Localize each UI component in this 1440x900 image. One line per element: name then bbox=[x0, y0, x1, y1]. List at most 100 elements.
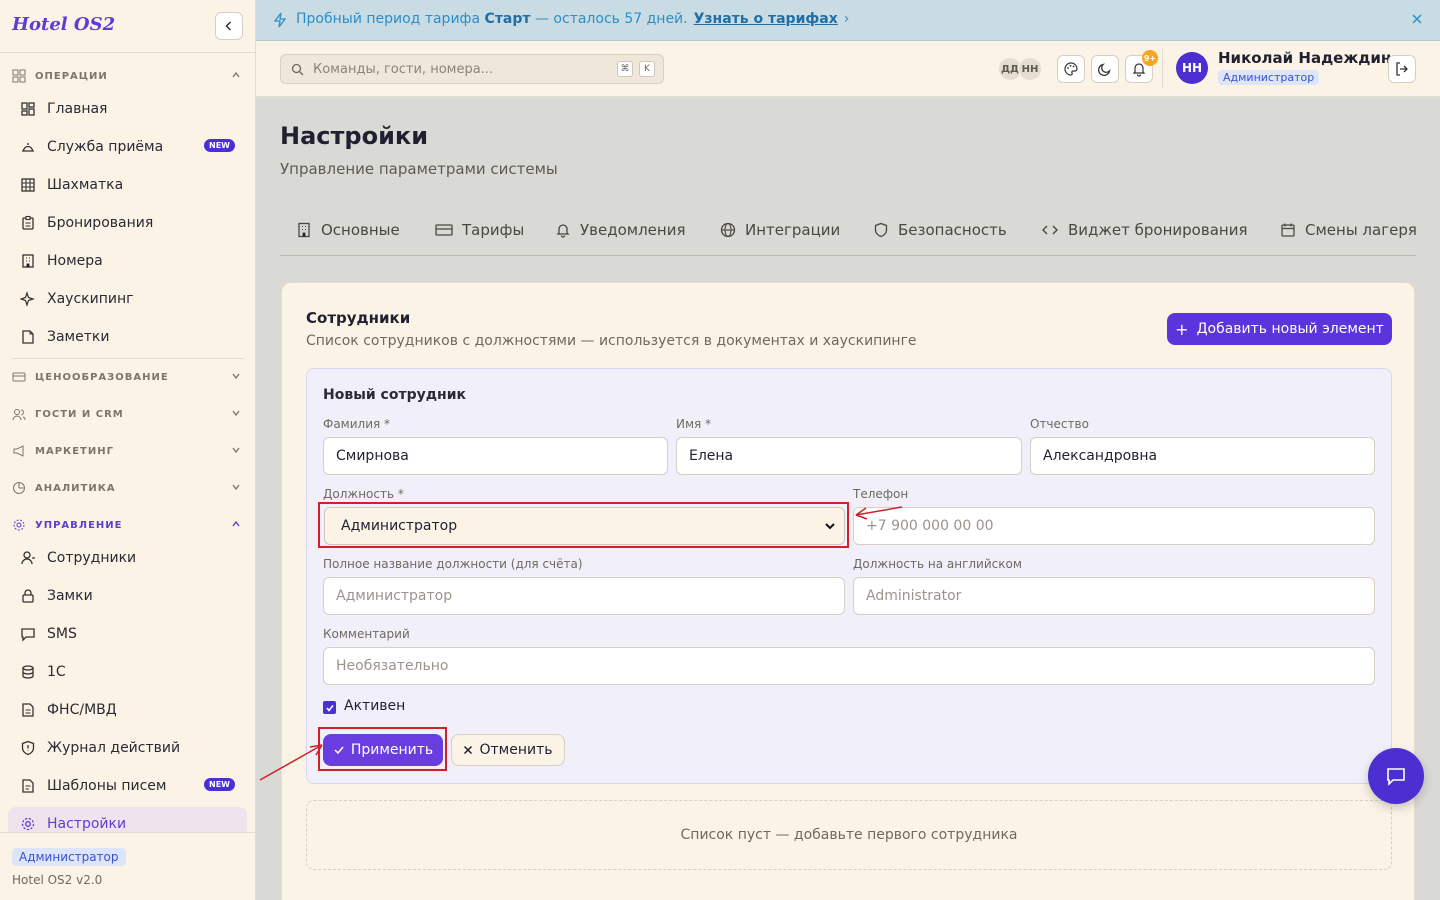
brand-logo[interactable]: Hotel OS2 bbox=[12, 14, 115, 35]
notifications-button[interactable]: 9+ bbox=[1125, 50, 1158, 83]
user-icon bbox=[20, 550, 36, 566]
sidebar-item-bookings[interactable]: Бронирования bbox=[8, 206, 247, 240]
comment-field[interactable]: Необязательно bbox=[323, 647, 1375, 685]
check-icon bbox=[325, 704, 334, 712]
last-name-field[interactable]: Смирнова bbox=[323, 437, 668, 475]
staff-card: Сотрудники Список сотрудников с должност… bbox=[281, 282, 1415, 900]
sidebar-item-audit-log[interactable]: Журнал действий bbox=[8, 731, 247, 765]
highlight-apply-button bbox=[318, 727, 447, 771]
avatar[interactable]: НН bbox=[1018, 57, 1042, 81]
sidebar-item-grid[interactable]: Шахматка bbox=[8, 168, 247, 202]
group-guests-crm[interactable]: ГОСТИ И CRM bbox=[12, 404, 244, 424]
globe-icon bbox=[720, 222, 736, 238]
full-position-label: Полное название должности (для счёта) bbox=[323, 557, 583, 571]
tab-camp-shifts[interactable]: Смены лагеря bbox=[1280, 219, 1416, 241]
collapse-sidebar-button[interactable] bbox=[215, 12, 243, 40]
group-pricing[interactable]: ЦЕНООБРАЗОВАНИЕ bbox=[12, 367, 244, 387]
sidebar-item-label: Замки bbox=[47, 588, 93, 604]
sidebar: Hotel OS2 ОПЕРАЦИИ Главная Служба приёма… bbox=[0, 0, 256, 900]
sidebar-item-fns[interactable]: ФНС/МВД bbox=[8, 693, 247, 727]
sidebar-item-label: ФНС/МВД bbox=[47, 702, 117, 718]
tab-rates[interactable]: Тарифы bbox=[435, 219, 524, 241]
sidebar-item-home[interactable]: Главная bbox=[8, 92, 247, 126]
cancel-label: Отменить bbox=[479, 742, 553, 758]
tab-integrations[interactable]: Интеграции bbox=[720, 219, 840, 241]
chevron-down-icon bbox=[232, 484, 240, 491]
tab-label: Тарифы bbox=[462, 221, 525, 239]
active-checkbox[interactable] bbox=[323, 701, 336, 714]
command-search-input[interactable]: Команды, гости, номера... ⌘ K bbox=[280, 54, 664, 84]
users-icon bbox=[12, 407, 26, 421]
app-version: Hotel OS2 v2.0 bbox=[12, 873, 103, 887]
online-users: ДД НН bbox=[998, 57, 1042, 81]
role-badge: Администратор bbox=[12, 848, 126, 866]
search-icon bbox=[291, 63, 304, 76]
chevron-down-icon bbox=[232, 373, 240, 380]
kbd-cmd: ⌘ bbox=[617, 61, 633, 77]
position-label: Должность * bbox=[323, 487, 404, 501]
sidebar-item-label: Шахматка bbox=[47, 177, 124, 193]
tab-notifications[interactable]: Уведомления bbox=[555, 219, 685, 241]
tab-security[interactable]: Безопасность bbox=[873, 219, 1007, 241]
tab-label: Интеграции bbox=[745, 221, 841, 239]
dashboard-icon bbox=[20, 101, 36, 117]
logout-button[interactable] bbox=[1388, 55, 1416, 83]
sidebar-item-label: Номера bbox=[47, 253, 103, 269]
group-operations[interactable]: ОПЕРАЦИИ bbox=[12, 66, 244, 86]
group-operations-label: ОПЕРАЦИИ bbox=[35, 70, 108, 82]
banner-text-before: Пробный период тарифа bbox=[296, 11, 485, 27]
group-marketing[interactable]: МАРКЕТИНГ bbox=[12, 441, 244, 461]
notification-count: 9+ bbox=[1142, 50, 1158, 66]
sidebar-item-notes[interactable]: Заметки bbox=[8, 320, 247, 354]
pricing-link[interactable]: Узнать о тарифах bbox=[694, 11, 838, 27]
sidebar-item-housekeeping[interactable]: Хаускипинг bbox=[8, 282, 247, 316]
cancel-button[interactable]: Отменить bbox=[451, 734, 565, 766]
sidebar-item-label: Шаблоны писем bbox=[47, 778, 167, 794]
group-analytics[interactable]: АНАЛИТИКА bbox=[12, 478, 244, 498]
user-avatar[interactable]: НН bbox=[1176, 52, 1208, 84]
user-name[interactable]: Николай Надеждин bbox=[1218, 49, 1391, 67]
divider bbox=[12, 358, 244, 359]
sidebar-item-1c[interactable]: 1С bbox=[8, 655, 247, 689]
banner-text: Пробный период тарифа Старт — осталось 5… bbox=[296, 11, 849, 27]
patronymic-field[interactable]: Александровна bbox=[1030, 437, 1375, 475]
comment-label: Комментарий bbox=[323, 627, 410, 641]
tab-general[interactable]: Основные bbox=[296, 219, 400, 241]
sidebar-item-email-templates[interactable]: Шаблоны писем NEW bbox=[8, 769, 247, 803]
chat-button[interactable] bbox=[1368, 748, 1424, 804]
sidebar-item-locks[interactable]: Замки bbox=[8, 579, 247, 613]
building-icon bbox=[296, 222, 312, 238]
sidebar-item-sms[interactable]: SMS bbox=[8, 617, 247, 651]
gear-icon bbox=[12, 518, 26, 532]
kbd-k: K bbox=[639, 61, 655, 77]
phone-field[interactable]: +7 900 000 00 00 bbox=[853, 507, 1375, 545]
sidebar-item-frontdesk[interactable]: Служба приёма NEW bbox=[8, 130, 247, 164]
new-badge: NEW bbox=[204, 139, 235, 152]
theme-palette-button[interactable] bbox=[1057, 55, 1085, 83]
tab-label: Смены лагеря bbox=[1305, 221, 1416, 239]
sidebar-item-staff[interactable]: Сотрудники bbox=[8, 541, 247, 575]
gear-icon bbox=[20, 816, 36, 832]
first-name-field[interactable]: Елена bbox=[676, 437, 1022, 475]
group-marketing-label: МАРКЕТИНГ bbox=[35, 445, 114, 457]
form-title: Новый сотрудник bbox=[323, 387, 467, 403]
tab-booking-widget[interactable]: Виджет бронирования bbox=[1041, 219, 1247, 241]
active-label[interactable]: Активен bbox=[344, 698, 405, 714]
trial-banner: Пробный период тарифа Старт — осталось 5… bbox=[256, 0, 1440, 41]
sidebar-footer: Администратор Hotel OS2 v2.0 bbox=[0, 832, 255, 900]
sidebar-item-rooms[interactable]: Номера bbox=[8, 244, 247, 278]
add-new-item-button[interactable]: + Добавить новый элемент bbox=[1167, 313, 1392, 345]
close-icon[interactable] bbox=[1410, 12, 1424, 26]
group-management[interactable]: УПРАВЛЕНИЕ bbox=[12, 515, 244, 535]
building-icon bbox=[20, 253, 36, 269]
tab-label: Безопасность bbox=[898, 221, 1007, 239]
sidebar-item-label: Главная bbox=[47, 101, 108, 117]
dark-mode-button[interactable] bbox=[1091, 55, 1119, 83]
position-en-field[interactable]: Administrator bbox=[853, 577, 1375, 615]
banner-plan: Старт bbox=[484, 11, 531, 27]
full-position-field[interactable]: Администратор bbox=[323, 577, 845, 615]
logout-icon bbox=[1396, 62, 1408, 76]
palette-icon bbox=[1064, 62, 1078, 76]
empty-state: Список пуст — добавьте первого сотрудник… bbox=[306, 800, 1392, 870]
group-guests-label: ГОСТИ И CRM bbox=[35, 408, 124, 420]
